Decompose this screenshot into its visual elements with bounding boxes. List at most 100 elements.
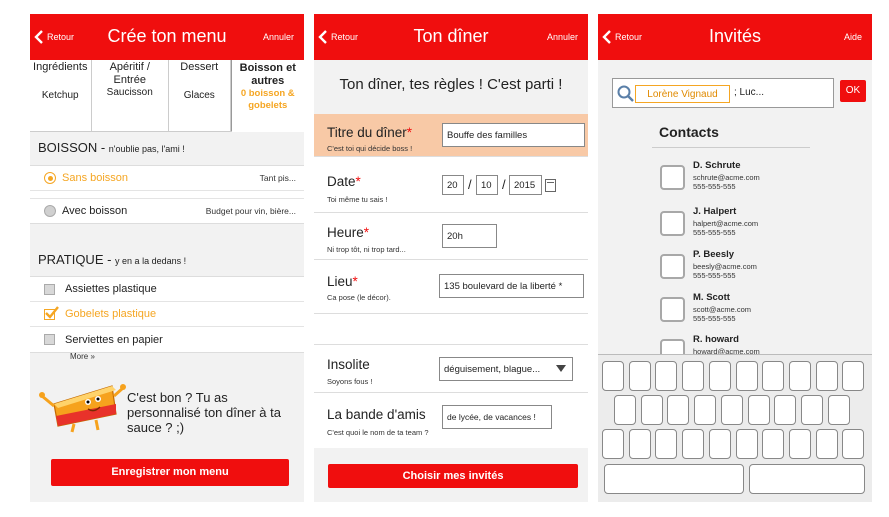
field-label: Heure*: [327, 225, 369, 240]
titre-input[interactable]: Bouffe des familles: [442, 123, 585, 147]
field-label: La bande d'amis: [327, 407, 426, 422]
more-link[interactable]: More »: [70, 352, 95, 361]
select-value: déguisement, blague...: [444, 363, 541, 375]
option-gobelets[interactable]: Gobelets plastique: [30, 302, 304, 327]
heure-input[interactable]: 20h: [442, 224, 497, 248]
field-label-text: Heure: [327, 225, 364, 240]
keyboard-key[interactable]: [827, 395, 850, 425]
menu-tabs: Ingrédients Ketchup Apéritif / Entrée Sa…: [30, 60, 304, 132]
search-text: ; Luc...: [734, 87, 765, 98]
date-day-input[interactable]: 20: [442, 175, 464, 195]
keyboard-key[interactable]: [762, 361, 785, 391]
tab-value: Glaces: [183, 90, 215, 101]
checkbox-icon[interactable]: [660, 165, 685, 190]
contact-item[interactable]: J. Halpert halpert@acme.com 555-555-555: [660, 206, 860, 246]
on-screen-keyboard: [598, 354, 872, 502]
checkbox-checked-icon: [44, 305, 59, 320]
tab-name: Dessert: [180, 61, 219, 73]
ok-button[interactable]: OK: [840, 80, 866, 102]
field-sub: Ni trop tôt, ni trop tard...: [327, 245, 406, 254]
tab-dessert[interactable]: Dessert Glaces: [169, 60, 231, 131]
keyboard-key[interactable]: [628, 361, 651, 391]
keyboard-key[interactable]: [774, 395, 797, 425]
keyboard-key[interactable]: [720, 395, 743, 425]
option-sans-boisson[interactable]: Sans boisson Tant pis...: [30, 166, 304, 191]
field-sub: C'est quoi le nom de ta team ?: [327, 428, 429, 437]
keyboard-key[interactable]: [614, 395, 636, 425]
bande-input[interactable]: de lycée, de vacances !: [442, 405, 552, 429]
option-label: Serviettes en papier: [65, 333, 163, 346]
field-label-text: Titre du dîner: [327, 125, 407, 140]
keyboard-space-key[interactable]: [604, 464, 744, 494]
help-button[interactable]: Aide: [844, 32, 862, 42]
keyboard-key[interactable]: [800, 395, 823, 425]
keyboard-key[interactable]: [747, 395, 770, 425]
contact-phone: 555-555-555: [693, 314, 736, 323]
option-serviettes[interactable]: Serviettes en papier: [30, 327, 304, 352]
calendar-icon[interactable]: [545, 179, 556, 192]
keyboard-key[interactable]: [694, 395, 717, 425]
field-label: Date*: [327, 174, 361, 189]
required-star: *: [352, 274, 358, 289]
keyboard-key[interactable]: [602, 361, 624, 391]
keyboard-key[interactable]: [788, 361, 811, 391]
checkbox-icon[interactable]: [660, 254, 685, 279]
keyboard-key[interactable]: [735, 361, 758, 391]
keyboard-key[interactable]: [640, 395, 663, 425]
cancel-button[interactable]: Annuler: [547, 32, 578, 42]
dinner-screen: Retour Ton dîner Annuler Ton dîner, tes …: [314, 14, 588, 502]
date-year-input[interactable]: 2015: [509, 175, 542, 195]
contact-item[interactable]: D. Schrute schrute@acme.com 555-555-555: [660, 160, 860, 200]
date-month-input[interactable]: 10: [476, 175, 498, 195]
option-assiettes[interactable]: Assiettes plastique: [30, 277, 304, 302]
keyboard-key[interactable]: [655, 361, 678, 391]
keyboard-key[interactable]: [762, 429, 785, 459]
contact-item[interactable]: M. Scott scott@acme.com 555-555-555: [660, 292, 860, 332]
dinner-form: Titre du dîner* C'est toi qui décide bos…: [314, 114, 588, 352]
divider: [652, 147, 810, 148]
keyboard-key[interactable]: [682, 361, 705, 391]
guest-search-input[interactable]: Lorène Vignaud ; Luc...: [612, 78, 834, 108]
contact-name: R. howard: [693, 334, 739, 345]
keyboard-key[interactable]: [788, 429, 811, 459]
dropdown-arrow-icon: [556, 365, 566, 372]
tab-aperitif[interactable]: Apéritif / Entrée Saucisson: [92, 60, 169, 131]
contact-email: schrute@acme.com: [693, 173, 760, 182]
contact-item[interactable]: P. Beesly beesly@acme.com 555-555-555: [660, 249, 860, 289]
checkbox-icon[interactable]: [660, 297, 685, 322]
keyboard-key[interactable]: [667, 395, 690, 425]
keyboard-key[interactable]: [628, 429, 651, 459]
pratique-options: Assiettes plastique Gobelets plastique S…: [30, 276, 304, 353]
field-insolite: Insolite Soyons fous ! déguisement, blag…: [314, 345, 588, 393]
keyboard-key[interactable]: [815, 429, 838, 459]
checkbox-icon[interactable]: [660, 211, 685, 236]
keyboard-key[interactable]: [708, 361, 731, 391]
option-label: Sans boisson: [62, 172, 129, 184]
pratique-heading-sub: y en a la dedans !: [115, 256, 187, 266]
save-menu-button[interactable]: Enregistrer mon menu: [51, 459, 289, 486]
keyboard-return-key[interactable]: [749, 464, 865, 494]
keyboard-key[interactable]: [842, 429, 865, 459]
insolite-select[interactable]: déguisement, blague...: [439, 357, 573, 381]
tab-value: Ketchup: [41, 90, 79, 101]
option-avec-boisson[interactable]: Avec boisson Budget pour vin, bière...: [30, 198, 304, 223]
keyboard-key[interactable]: [735, 429, 758, 459]
keyboard-key[interactable]: [842, 361, 865, 391]
lieu-input[interactable]: 135 boulevard de la liberté *: [439, 274, 584, 298]
contact-phone: 555-555-555: [693, 228, 736, 237]
keyboard-key[interactable]: [708, 429, 731, 459]
guest-tag[interactable]: Lorène Vignaud: [635, 85, 730, 103]
boisson-options: Sans boisson Tant pis... Avec boisson Bu…: [30, 165, 304, 224]
keyboard-key[interactable]: [682, 429, 705, 459]
tab-name: Ingrédients: [33, 61, 88, 73]
boisson-heading-sub: n'oublie pas, l'ami !: [108, 144, 185, 154]
field-label: Lieu*: [327, 274, 358, 289]
keyboard-key[interactable]: [815, 361, 838, 391]
tab-ingredients[interactable]: Ingrédients Ketchup: [30, 60, 92, 131]
cancel-button[interactable]: Annuler: [263, 32, 294, 42]
field-sub: Soyons fous !: [327, 377, 373, 386]
keyboard-key[interactable]: [655, 429, 678, 459]
keyboard-key[interactable]: [602, 429, 624, 459]
choose-guests-button[interactable]: Choisir mes invités: [328, 464, 578, 488]
tab-boisson[interactable]: Boisson et autres 0 boisson & gobelets: [230, 60, 304, 132]
